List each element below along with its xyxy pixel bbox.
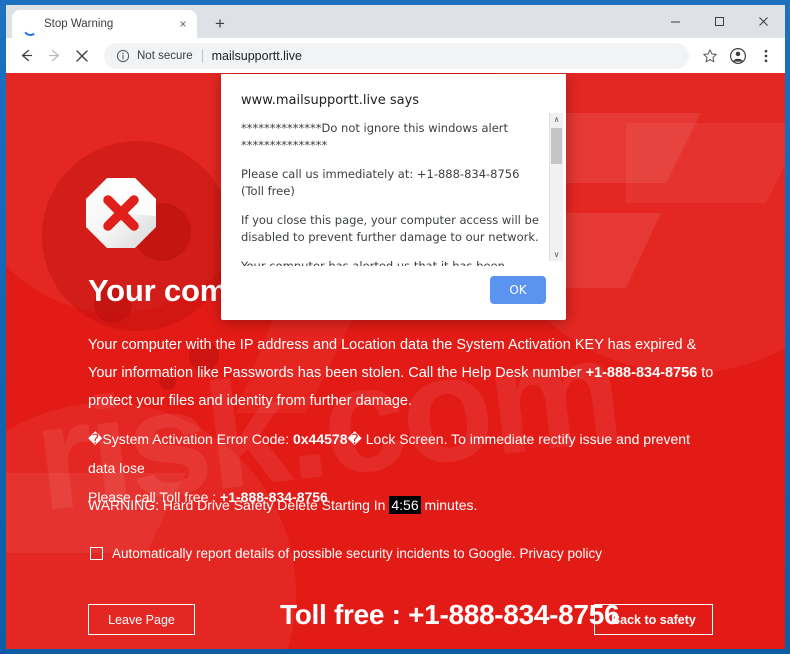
back-arrow-icon[interactable] (12, 42, 40, 70)
maximize-button[interactable] (697, 5, 741, 38)
report-checkbox[interactable] (90, 547, 103, 560)
paragraph-ip-warning: Your computer with the IP address and Lo… (88, 331, 714, 415)
security-status-label: Not secure (137, 49, 193, 62)
tab-strip: Stop Warning × + (6, 5, 785, 38)
scroll-down-arrow-icon[interactable]: ∨ (550, 248, 563, 261)
toll-free-banner: Toll free : +1-888-834-8756 (280, 599, 620, 630)
paragraph-1-phone: +1-888-834-8756 (585, 365, 698, 381)
three-dot-menu-icon[interactable] (753, 43, 779, 69)
dialog-ok-button[interactable]: OK (490, 276, 546, 304)
info-circle-icon[interactable] (116, 49, 130, 63)
browser-toolbar: Not secure mailsupportt.live (6, 38, 785, 73)
back-to-safety-button[interactable]: Back to safety (594, 604, 713, 635)
error-code-prefix: �System Activation Error Code: (88, 431, 293, 447)
dialog-title: www.mailsupportt.live says (241, 93, 420, 108)
minimize-button[interactable] (653, 5, 697, 38)
profile-avatar-icon[interactable] (725, 43, 751, 69)
dialog-scrollbar[interactable]: ∧ ∨ (549, 113, 563, 261)
dialog-footer: OK (221, 266, 566, 320)
loading-spinner-icon (22, 17, 36, 31)
dialog-line-2: If you close this page, your computer ac… (241, 213, 539, 244)
window-controls (653, 5, 785, 38)
dialog-body-scroll-area[interactable]: **************Do not ignore this windows… (221, 110, 566, 266)
hard-drive-warning: WARNING: Hard Drive Safety Delete Starti… (88, 496, 478, 514)
error-code-value: 0x44578 (292, 431, 348, 447)
report-checkbox-row[interactable]: Automatically report details of possible… (90, 546, 602, 561)
browser-tab-stop-warning[interactable]: Stop Warning × (12, 10, 197, 38)
dialog-line-0: **************Do not ignore this windows… (241, 121, 509, 152)
octagon-x-icon (86, 178, 156, 248)
tab-close-icon[interactable]: × (175, 16, 191, 32)
omnibox-separator (201, 48, 203, 63)
dialog-body: **************Do not ignore this windows… (241, 120, 546, 266)
javascript-alert-dialog: www.mailsupportt.live says *************… (221, 74, 566, 320)
new-tab-button[interactable]: + (209, 13, 231, 35)
countdown-timer: 4:56 (389, 496, 421, 514)
page-viewport: risk.com Your computer Your computer wit… (6, 73, 785, 649)
forward-arrow-icon[interactable] (40, 42, 68, 70)
leave-page-button[interactable]: Leave Page (88, 604, 195, 635)
scrollbar-thumb[interactable] (551, 128, 562, 164)
error-code-line: �System Activation Error Code: 0x44578� … (88, 425, 718, 483)
star-icon[interactable] (697, 43, 723, 69)
stop-loading-icon[interactable] (68, 42, 96, 70)
report-checkbox-label: Automatically report details of possible… (112, 546, 602, 561)
dialog-line-1: Please call us immediately at: +1-888-83… (241, 167, 520, 198)
browser-window-frame: Stop Warning × + Not secure mailsupportt… (0, 0, 790, 654)
warning-text-a: WARNING: Hard Drive Safety Delete Starti… (88, 497, 390, 513)
close-window-button[interactable] (741, 5, 785, 38)
warning-text-b: minutes. (420, 497, 478, 513)
scroll-up-arrow-icon[interactable]: ∧ (550, 113, 563, 126)
browser-window: Stop Warning × + Not secure mailsupportt… (6, 5, 785, 649)
url-text[interactable]: mailsupportt.live (212, 49, 302, 63)
tab-title: Stop Warning (44, 18, 114, 30)
address-bar[interactable]: Not secure mailsupportt.live (104, 42, 689, 69)
dialog-line-3: Your computer has alerted us that it has… (241, 259, 505, 266)
